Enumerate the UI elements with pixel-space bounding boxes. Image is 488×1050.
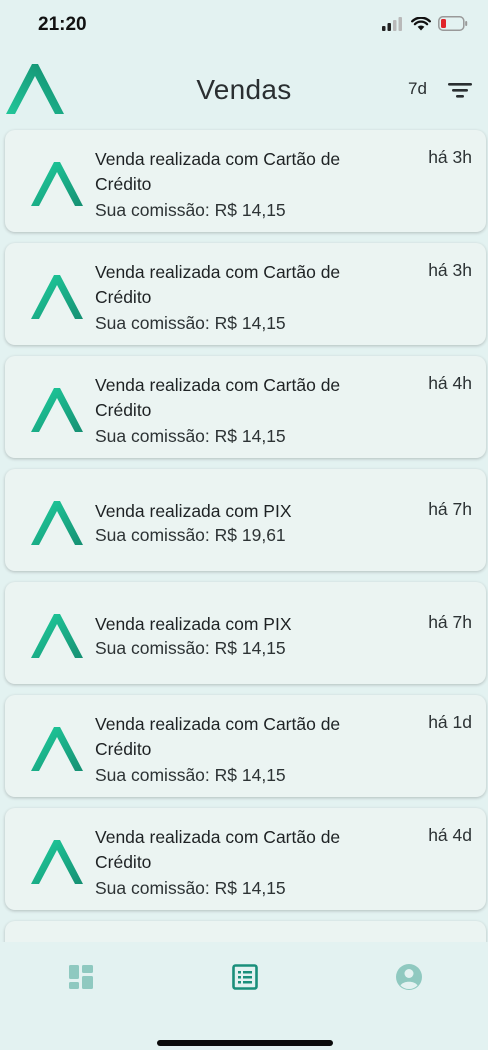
dashboard-icon[interactable] — [66, 962, 96, 992]
battery-icon — [438, 16, 468, 31]
sale-commission: Sua comissão: R$ 19,61 — [95, 525, 286, 545]
sale-time: há 3h — [428, 260, 472, 280]
app-logo-icon — [31, 840, 83, 884]
sale-time: há 7h — [428, 499, 472, 519]
sale-card[interactable]: Venda realizada com Cartão de Crédito Su… — [5, 243, 486, 345]
sales-list[interactable]: Venda realizada com Cartão de Crédito Su… — [0, 128, 488, 942]
period-selector[interactable]: 7d — [408, 79, 427, 99]
signal-icon — [382, 16, 402, 31]
sale-commission: Sua comissão: R$ 14,15 — [95, 200, 286, 220]
sale-commission: Sua comissão: R$ 14,15 — [95, 878, 286, 898]
sale-commission: Sua comissão: R$ 14,15 — [95, 765, 286, 785]
sale-title: Venda realizada com Cartão de Crédito — [95, 375, 341, 420]
sale-card[interactable]: Venda realizada com PIX Sua comissão: R$… — [5, 582, 486, 684]
sale-card[interactable]: Venda realizada com Cartão de Crédito Su… — [5, 808, 486, 910]
sale-title: Venda realizada com Cartão de Crédito — [95, 714, 341, 759]
sale-title: Venda realizada com PIX — [95, 614, 292, 634]
status-time: 21:20 — [38, 14, 87, 35]
sale-time: há 4h — [428, 373, 472, 393]
status-bar: 21:20 — [0, 0, 488, 54]
bottom-nav — [0, 942, 488, 1050]
sale-card[interactable]: Venda realizada com Cartão de Crédito Su… — [5, 695, 486, 797]
home-indicator — [157, 1040, 333, 1046]
wifi-icon — [411, 16, 431, 30]
app-logo-icon — [31, 727, 83, 771]
sale-time: há 7h — [428, 612, 472, 632]
sale-card[interactable]: Venda realizada com PIX Sua comissão: R$… — [5, 469, 486, 571]
sale-time: há 1d — [428, 712, 472, 732]
filter-icon[interactable] — [446, 78, 474, 102]
sale-card[interactable]: Venda realizada com Cartão de Crédito Su… — [5, 130, 486, 232]
sale-title: Venda realizada com Cartão de Crédito — [95, 149, 341, 194]
sale-commission: Sua comissão: R$ 14,15 — [95, 313, 286, 333]
sale-time: há 3h — [428, 147, 472, 167]
sale-commission: Sua comissão: R$ 14,15 — [95, 426, 286, 446]
sale-title: Venda realizada com PIX — [95, 501, 292, 521]
sale-title: Venda realizada com Cartão de Crédito — [95, 262, 341, 307]
profile-icon[interactable] — [394, 962, 424, 992]
app-logo-icon — [31, 388, 83, 432]
app-logo-icon — [31, 162, 83, 206]
app-logo-icon — [31, 614, 83, 658]
app-logo-icon — [31, 501, 83, 545]
sale-card-partial[interactable] — [5, 921, 486, 942]
status-icons — [382, 16, 468, 31]
sale-commission: Sua comissão: R$ 14,15 — [95, 638, 286, 658]
list-icon[interactable] — [230, 962, 260, 992]
sale-card[interactable]: Venda realizada com Cartão de Crédito Su… — [5, 356, 486, 458]
app-logo-icon — [31, 275, 83, 319]
sale-title: Venda realizada com Cartão de Crédito — [95, 827, 341, 872]
app-header: Vendas 7d — [0, 56, 488, 124]
sale-time: há 4d — [428, 825, 472, 845]
